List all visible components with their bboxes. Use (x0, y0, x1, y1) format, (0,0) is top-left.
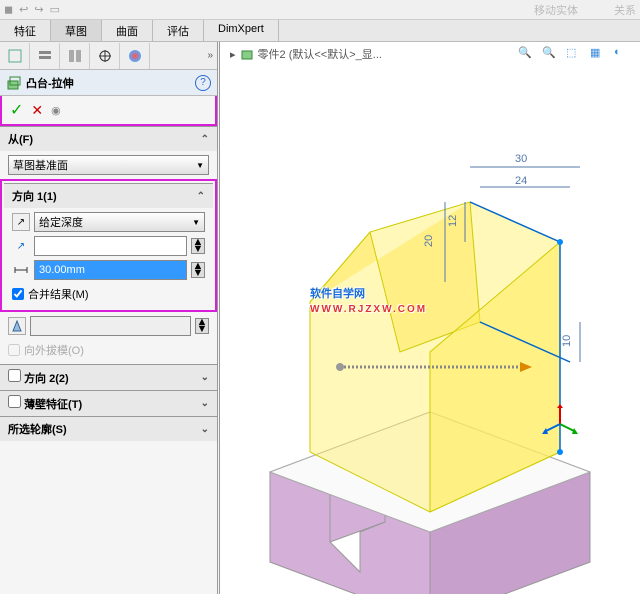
graphics-area[interactable]: ▸ 零件2 (默认<<默认>_显... 🔍 🔍 ⬚ ▦ ◐ (220, 42, 640, 594)
watermark-url: WWW.RJZXW.COM (310, 304, 427, 315)
dropdown-arrow-icon: ▼ (192, 218, 200, 227)
end-condition-combo[interactable]: 给定深度 ▼ (34, 212, 205, 232)
spinner[interactable]: ▲▼ (191, 238, 205, 254)
qat-icon[interactable]: ↪ (34, 3, 43, 16)
spinner[interactable]: ▲▼ (191, 262, 205, 278)
property-tab[interactable] (30, 43, 60, 69)
contours-label: 所选轮廓(S) (8, 421, 67, 437)
dir2-label: 方向 2(2) (24, 373, 69, 385)
property-manager: » 凸台-拉伸 ? ✓ ✕ ◉ 从(F) ⌃ 草图基准面 ▼ (0, 42, 220, 594)
expand-icon[interactable]: ⌄ (201, 372, 209, 383)
merge-result-label: 合并结果(M) (28, 286, 89, 302)
tab-sketch[interactable]: 草图 (51, 20, 102, 41)
dir1-label: 方向 1(1) (12, 188, 57, 204)
direction-vector-field[interactable] (34, 236, 187, 256)
from-label: 从(F) (8, 131, 33, 147)
dir2-checkbox[interactable] (8, 369, 21, 382)
cancel-button[interactable]: ✕ (31, 102, 43, 119)
direction1-section: 方向 1(1) ⌃ ↗ 给定深度 ▼ ↗ ▲▼ 30.00mm (4, 183, 213, 308)
ribbon-hint: 移动实体 (534, 2, 578, 18)
tab-features[interactable]: 特征 (0, 20, 51, 41)
zoom-area-icon[interactable]: 🔍 (542, 46, 562, 66)
expand-icon[interactable]: ⌄ (201, 398, 209, 409)
tab-surfaces[interactable]: 曲面 (102, 20, 153, 41)
merge-result-checkbox[interactable] (12, 288, 24, 300)
watermark-text: 软件自学网 (310, 288, 365, 300)
ok-button[interactable]: ✓ (10, 100, 23, 120)
direction2-section: 方向 2(2) ⌄ (0, 364, 217, 390)
feature-manager-tab[interactable] (0, 43, 30, 69)
reverse-direction-button[interactable]: ↗ (12, 213, 30, 231)
manager-tabs: » (0, 42, 217, 70)
dim-12[interactable]: 12 (447, 215, 459, 227)
thin-checkbox[interactable] (8, 395, 21, 408)
dim-24[interactable]: 24 (515, 175, 527, 187)
command-tabs: 特征 草图 曲面 评估 DimXpert (0, 20, 640, 42)
tab-dimxpert[interactable]: DimXpert (204, 20, 279, 41)
draft-outward-label: 向外拔模(O) (24, 342, 84, 358)
qat-icon[interactable]: ↩ (19, 3, 28, 16)
tab-evaluate[interactable]: 评估 (153, 20, 204, 41)
expand-icon[interactable]: » (207, 50, 213, 61)
extrude-icon (6, 75, 22, 91)
spinner[interactable]: ▲▼ (195, 318, 209, 334)
ribbon-hint: 关系 (614, 2, 636, 18)
flyout-tree[interactable]: ▸ 零件2 (默认<<默认>_显... (230, 46, 382, 62)
view-orient-icon[interactable]: ⬚ (566, 46, 586, 66)
draft-outward-checkbox (8, 344, 20, 356)
dim-30[interactable]: 30 (515, 153, 527, 165)
appearance-tab[interactable] (120, 43, 150, 69)
display-style-icon[interactable]: ▦ (590, 46, 610, 66)
section-icon[interactable]: ◐ (614, 46, 634, 66)
dim-20[interactable]: 20 (423, 235, 435, 247)
dimxpert-tab[interactable] (90, 43, 120, 69)
origin-triad (540, 404, 580, 444)
expand-tree-icon[interactable]: ▸ (230, 48, 236, 61)
thin-label: 薄壁特征(T) (24, 399, 82, 411)
end-condition-value: 给定深度 (39, 214, 83, 230)
draft-button[interactable] (8, 317, 26, 335)
thin-feature-section: 薄壁特征(T) ⌄ (0, 390, 217, 416)
from-condition-combo[interactable]: 草图基准面 ▼ (8, 155, 209, 175)
part-name: 零件2 (默认<<默认>_显... (258, 46, 382, 62)
zoom-fit-icon[interactable]: 🔍 (518, 46, 538, 66)
part-icon (240, 47, 254, 61)
draft-angle-field (30, 316, 191, 336)
expand-icon[interactable]: ⌄ (201, 424, 209, 435)
quick-access-toolbar: ◼ ↩ ↪ ▭ 移动实体 关系 (0, 0, 640, 20)
collapse-icon[interactable]: ⌃ (201, 134, 209, 145)
depth-icon (12, 261, 30, 279)
qat-icon[interactable]: ▭ (50, 3, 60, 16)
depth-field[interactable]: 30.00mm (34, 260, 187, 280)
dropdown-arrow-icon: ▼ (196, 161, 204, 170)
qat-icon[interactable]: ◼ (4, 3, 13, 16)
heads-up-toolbar: 🔍 🔍 ⬚ ▦ ◐ (518, 46, 634, 66)
feature-header: 凸台-拉伸 ? (0, 70, 217, 96)
from-value: 草图基准面 (13, 157, 68, 173)
preview-icon[interactable]: ◉ (51, 104, 61, 117)
watermark: 软件自学网 WWW.RJZXW.COM (310, 272, 427, 315)
from-section: 从(F) ⌃ 草图基准面 ▼ (0, 126, 217, 179)
feature-title: 凸台-拉伸 (26, 75, 74, 91)
dim-10[interactable]: 10 (561, 335, 573, 347)
selected-contours-section: 所选轮廓(S) ⌄ (0, 416, 217, 441)
confirm-bar: ✓ ✕ ◉ (0, 96, 217, 126)
help-icon[interactable]: ? (195, 75, 211, 91)
model-preview[interactable]: 30 24 20 12 10 (220, 72, 640, 594)
depth-value: 30.00mm (39, 264, 85, 276)
collapse-icon[interactable]: ⌃ (197, 191, 205, 202)
direction-vector-icon[interactable]: ↗ (12, 237, 30, 255)
config-tab[interactable] (60, 43, 90, 69)
